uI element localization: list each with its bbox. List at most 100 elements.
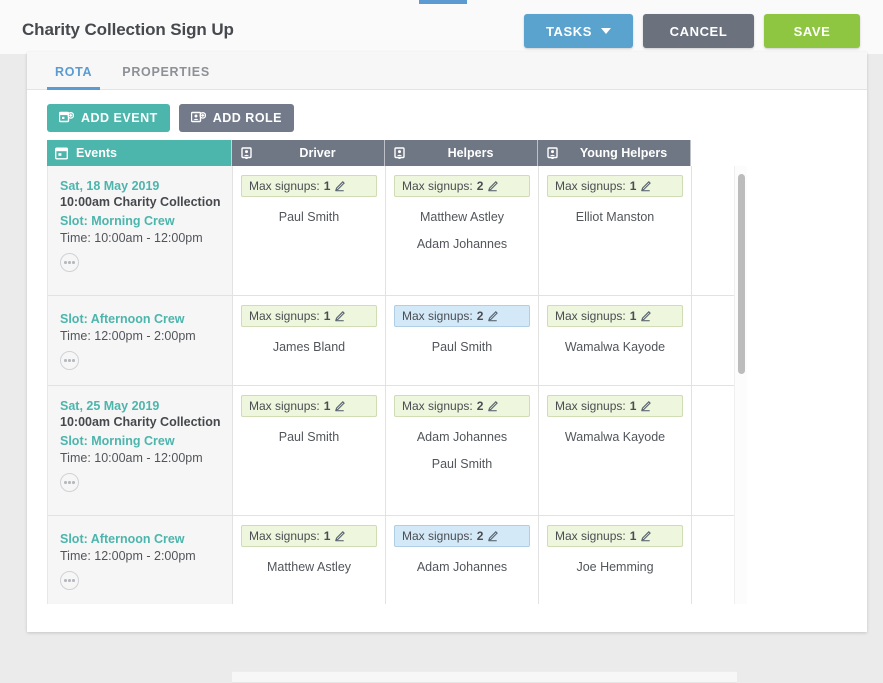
tab-rota[interactable]: ROTA [47,65,101,90]
max-signups-label: Max signups: [402,399,473,413]
signup-name[interactable]: Elliot Manston [547,210,683,224]
tasks-button[interactable]: TASKS [524,14,633,48]
max-signups-label: Max signups: [402,309,473,323]
tab-properties[interactable]: PROPERTIES [114,65,218,89]
vertical-scrollbar[interactable] [734,166,747,604]
rota-rows-scroll-area[interactable]: Sat, 18 May 2019 10:00am Charity Collecti… [47,166,738,604]
role-cell[interactable]: Max signups: 1 Wamalwa Kayode [539,296,692,385]
event-slot: Slot: Afternoon Crew [60,532,185,546]
table-row: Slot: Afternoon Crew Time: 12:00pm - 2:00… [48,296,738,386]
signup-name[interactable]: Paul Smith [394,457,530,471]
edit-pencil-icon[interactable] [640,530,652,542]
action-bar: ADD EVENT ADD ROLE [27,90,867,132]
signup-name[interactable]: Paul Smith [241,430,377,444]
vertical-scrollbar-thumb[interactable] [738,174,745,374]
signup-name[interactable]: Wamalwa Kayode [547,340,683,354]
max-signups-badge[interactable]: Max signups: 1 [547,395,683,417]
max-signups-badge[interactable]: Max signups: 1 [241,395,377,417]
max-signups-label: Max signups: [402,529,473,543]
edit-pencil-icon[interactable] [334,310,346,322]
role-cell[interactable]: Max signups: 2 Adam Johannes Paul Smith [386,386,539,515]
edit-pencil-icon[interactable] [487,530,499,542]
column-header-young-helpers[interactable]: Young Helpers [538,140,691,166]
role-cell[interactable]: Max signups: 1 Matthew Astley [233,516,386,604]
edit-pencil-icon[interactable] [487,310,499,322]
signup-name[interactable]: Wamalwa Kayode [547,430,683,444]
cancel-button[interactable]: CANCEL [643,14,754,48]
max-signups-value: 1 [323,529,331,543]
table-row: Sat, 18 May 2019 10:00am Charity Collecti… [48,166,738,296]
event-options-button[interactable] [60,351,79,370]
event-cell[interactable]: Slot: Afternoon Crew Time: 12:00pm - 2:00… [48,516,233,604]
signup-name[interactable]: Matthew Astley [241,560,377,574]
max-signups-label: Max signups: [555,529,626,543]
event-name: 10:00am Charity Collection [60,415,221,429]
signup-name[interactable]: James Bland [241,340,377,354]
add-role-button[interactable]: ADD ROLE [178,104,295,132]
event-time: Time: 10:00am - 12:00pm [60,231,203,245]
max-signups-badge[interactable]: Max signups: 1 [241,305,377,327]
signup-name[interactable]: Adam Johannes [394,560,530,574]
max-signups-badge[interactable]: Max signups: 2 [394,305,530,327]
max-signups-badge[interactable]: Max signups: 2 [394,395,530,417]
column-header-helpers[interactable]: Helpers [385,140,538,166]
save-button[interactable]: SAVE [764,14,860,48]
event-time: Time: 12:00pm - 2:00pm [60,329,196,343]
max-signups-label: Max signups: [555,399,626,413]
max-signups-badge[interactable]: Max signups: 1 [547,525,683,547]
signup-name[interactable]: Matthew Astley [394,210,530,224]
top-tab-sliver [0,0,883,8]
signup-name[interactable]: Joe Hemming [547,560,683,574]
event-date: Sat, 18 May 2019 [60,179,160,193]
max-signups-badge[interactable]: Max signups: 2 [394,175,530,197]
column-header-events[interactable]: Events [47,140,232,166]
signup-name[interactable]: Paul Smith [241,210,377,224]
table-row: Sat, 25 May 2019 10:00am Charity Collecti… [48,386,738,516]
edit-pencil-icon[interactable] [640,400,652,412]
horizontal-scrollbar[interactable] [232,671,737,683]
event-name: 10:00am Charity Collection [60,195,221,209]
event-cell[interactable]: Slot: Afternoon Crew Time: 12:00pm - 2:00… [48,296,233,385]
tab-bar: ROTA PROPERTIES [27,52,867,90]
event-options-button[interactable] [60,571,79,590]
role-cell[interactable]: Max signups: 1 James Bland [233,296,386,385]
max-signups-label: Max signups: [249,529,320,543]
signup-name[interactable]: Paul Smith [394,340,530,354]
role-cell[interactable]: Max signups: 1 Elliot Manston [539,166,692,295]
role-cell[interactable]: Max signups: 2 Adam Johannes [386,516,539,604]
person-card-icon [547,146,558,159]
edit-pencil-icon[interactable] [487,180,499,192]
edit-pencil-icon[interactable] [487,400,499,412]
max-signups-badge[interactable]: Max signups: 2 [394,525,530,547]
event-time: Time: 12:00pm - 2:00pm [60,549,196,563]
max-signups-label: Max signups: [555,309,626,323]
max-signups-badge[interactable]: Max signups: 1 [241,175,377,197]
event-options-button[interactable] [60,253,79,272]
header-button-group: TASKS CANCEL SAVE [524,14,860,48]
event-options-button[interactable] [60,473,79,492]
role-cell[interactable]: Max signups: 1 Paul Smith [233,386,386,515]
person-card-icon [241,146,252,159]
max-signups-label: Max signups: [249,179,320,193]
add-event-label: ADD EVENT [81,111,158,125]
event-cell[interactable]: Sat, 18 May 2019 10:00am Charity Collecti… [48,166,233,295]
role-cell[interactable]: Max signups: 1 Joe Hemming [539,516,692,604]
edit-pencil-icon[interactable] [334,400,346,412]
signup-name[interactable]: Adam Johannes [394,237,530,251]
role-cell[interactable]: Max signups: 1 Wamalwa Kayode [539,386,692,515]
role-cell[interactable]: Max signups: 2 Matthew Astley Adam Johannes [386,166,539,295]
column-header-driver[interactable]: Driver [232,140,385,166]
event-cell[interactable]: Sat, 25 May 2019 10:00am Charity Collecti… [48,386,233,515]
max-signups-badge[interactable]: Max signups: 1 [547,175,683,197]
calendar-icon [55,147,68,159]
edit-pencil-icon[interactable] [640,180,652,192]
add-event-button[interactable]: ADD EVENT [47,104,170,132]
role-cell[interactable]: Max signups: 1 Paul Smith [233,166,386,295]
role-cell[interactable]: Max signups: 2 Paul Smith [386,296,539,385]
max-signups-badge[interactable]: Max signups: 1 [547,305,683,327]
edit-pencil-icon[interactable] [334,180,346,192]
signup-name[interactable]: Adam Johannes [394,430,530,444]
max-signups-badge[interactable]: Max signups: 1 [241,525,377,547]
edit-pencil-icon[interactable] [640,310,652,322]
edit-pencil-icon[interactable] [334,530,346,542]
